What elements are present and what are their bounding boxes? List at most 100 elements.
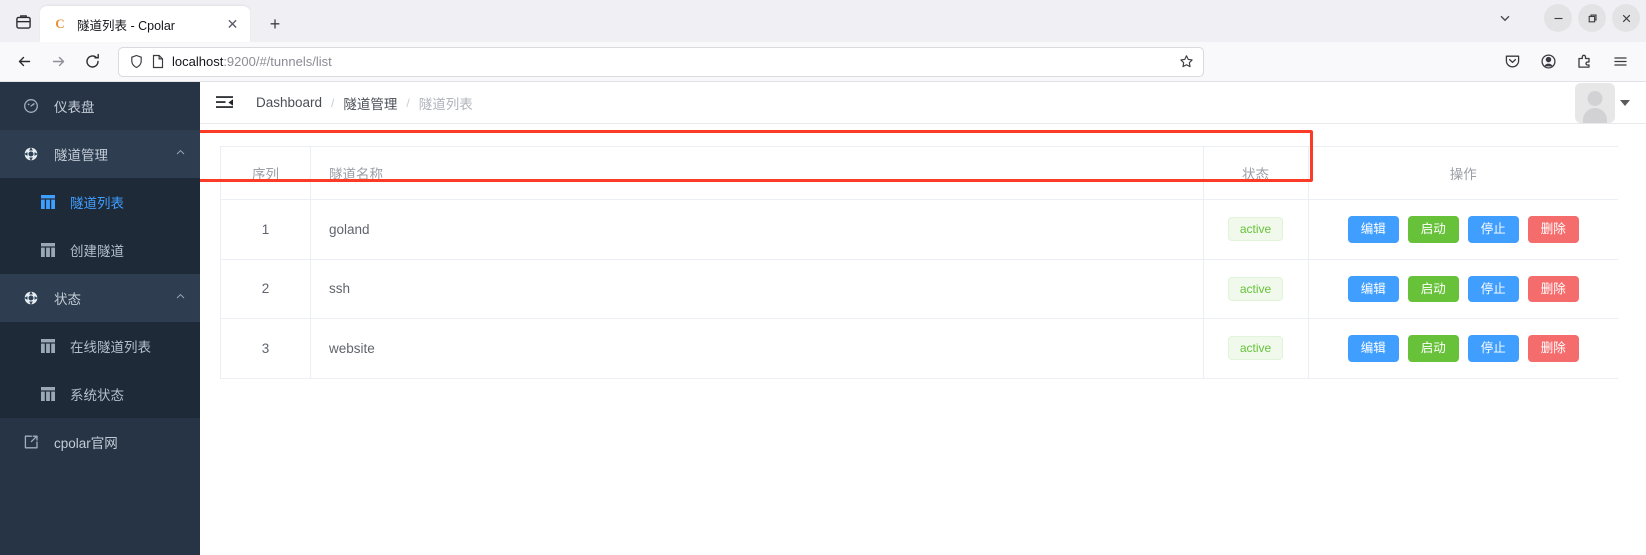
sidebar-item-label: 在线隧道列表 bbox=[70, 340, 151, 355]
sidebar-group-tunnel-management[interactable]: 隧道管理 bbox=[0, 130, 200, 178]
column-header-status: 状态 bbox=[1203, 146, 1309, 200]
edit-button[interactable]: 编辑 bbox=[1347, 275, 1399, 302]
reload-icon[interactable] bbox=[76, 46, 108, 78]
url-bar[interactable]: localhost:9200/#/tunnels/list bbox=[118, 46, 1204, 77]
sidebar-submenu-status: 在线隧道列表 系统状态 bbox=[0, 322, 200, 418]
tunnels-table: 序列 隧道名称 状态 操作 1 goland active 编辑 启动 停止 删… bbox=[220, 146, 1618, 379]
breadcrumb: Dashboard / 隧道管理 / 隧道列表 bbox=[256, 93, 473, 113]
column-header-name: 隧道名称 bbox=[310, 146, 1204, 200]
page-icon[interactable] bbox=[151, 54, 165, 69]
back-icon[interactable] bbox=[8, 46, 40, 78]
firefox-view-icon[interactable] bbox=[6, 5, 40, 39]
stop-button[interactable]: 停止 bbox=[1467, 335, 1519, 362]
cell-name: website bbox=[310, 318, 1204, 379]
operations-group: 编辑 启动 停止 删除 bbox=[1309, 335, 1619, 362]
start-button[interactable]: 启动 bbox=[1407, 216, 1459, 243]
operations-group: 编辑 启动 停止 删除 bbox=[1309, 216, 1619, 243]
sidebar-submenu-tunnel-management: 隧道列表 创建隧道 bbox=[0, 178, 200, 274]
minimize-button[interactable] bbox=[1544, 4, 1572, 32]
content-area: 序列 隧道名称 状态 操作 1 goland active 编辑 启动 停止 删… bbox=[200, 124, 1646, 555]
sidebar-item-system-status[interactable]: 系统状态 bbox=[0, 370, 200, 418]
tab-strip: C 隧道列表 - Cpolar ✕ + bbox=[0, 0, 1646, 42]
table-row[interactable]: 3 website active 编辑 启动 停止 删除 bbox=[220, 318, 1619, 379]
table-icon bbox=[40, 195, 56, 209]
start-button[interactable]: 启动 bbox=[1407, 275, 1459, 302]
sidebar: 仪表盘 隧道管理 隧道列表 创建隧道 状态 在线隧道列表 系统状态 cpolar… bbox=[0, 82, 200, 555]
table-header-row: 序列 隧道名称 状态 操作 bbox=[220, 146, 1618, 200]
close-window-button[interactable] bbox=[1612, 4, 1640, 32]
operations-group: 编辑 启动 停止 删除 bbox=[1309, 275, 1619, 302]
breadcrumb-separator: / bbox=[406, 95, 410, 110]
maximize-button[interactable] bbox=[1578, 4, 1606, 32]
node-icon bbox=[22, 290, 40, 306]
delete-button[interactable]: 删除 bbox=[1527, 216, 1579, 243]
cell-operations: 编辑 启动 停止 删除 bbox=[1308, 199, 1619, 260]
breadcrumb-item-dashboard[interactable]: Dashboard bbox=[256, 95, 322, 110]
breadcrumb-item-tunnel-management[interactable]: 隧道管理 bbox=[343, 93, 397, 113]
delete-button[interactable]: 删除 bbox=[1527, 275, 1579, 302]
cell-status: active bbox=[1203, 199, 1309, 260]
table-icon bbox=[40, 243, 56, 257]
pocket-icon[interactable] bbox=[1496, 46, 1528, 78]
cell-operations: 编辑 启动 停止 删除 bbox=[1308, 259, 1618, 319]
navigation-toolbar: localhost:9200/#/tunnels/list bbox=[0, 42, 1646, 82]
cell-name: ssh bbox=[310, 259, 1204, 319]
account-icon[interactable] bbox=[1532, 46, 1564, 78]
sidebar-item-tunnel-list[interactable]: 隧道列表 bbox=[0, 178, 200, 226]
gauge-icon bbox=[22, 98, 40, 114]
cell-status: active bbox=[1203, 259, 1309, 319]
table-row[interactable]: 1 goland active 编辑 启动 停止 删除 bbox=[220, 199, 1619, 260]
chevron-down-icon[interactable] bbox=[1620, 99, 1630, 106]
status-badge: active bbox=[1227, 217, 1284, 242]
app-body: 仪表盘 隧道管理 隧道列表 创建隧道 状态 在线隧道列表 系统状态 cpolar… bbox=[0, 82, 1646, 555]
sidebar-item-label: 隧道列表 bbox=[70, 196, 124, 211]
app-header: Dashboard / 隧道管理 / 隧道列表 bbox=[200, 82, 1646, 124]
sidebar-item-label: cpolar官网 bbox=[54, 436, 118, 451]
chevron-up-icon bbox=[175, 291, 186, 305]
url-path: :9200/#/tunnels/list bbox=[223, 54, 332, 69]
table-header: 序列 隧道名称 状态 操作 bbox=[220, 146, 1618, 200]
tab-list-chevron-icon[interactable] bbox=[1488, 4, 1522, 32]
cell-name: goland bbox=[310, 199, 1204, 260]
stop-button[interactable]: 停止 bbox=[1467, 275, 1519, 302]
window-controls bbox=[1488, 4, 1640, 32]
delete-button[interactable]: 删除 bbox=[1527, 335, 1579, 362]
browser-tab[interactable]: C 隧道列表 - Cpolar ✕ bbox=[40, 6, 250, 42]
toolbar-actions bbox=[1496, 46, 1638, 78]
forward-icon[interactable] bbox=[42, 46, 74, 78]
browser-window: C 隧道列表 - Cpolar ✕ + localhost:9200/#/tun… bbox=[0, 0, 1646, 555]
external-link-icon bbox=[22, 434, 40, 450]
table-row[interactable]: 2 ssh active 编辑 启动 停止 删除 bbox=[220, 259, 1618, 319]
url-host: localhost bbox=[172, 54, 224, 69]
table-icon bbox=[40, 339, 56, 353]
edit-button[interactable]: 编辑 bbox=[1347, 335, 1399, 362]
status-badge: active bbox=[1227, 276, 1284, 301]
sidebar-item-dashboard[interactable]: 仪表盘 bbox=[0, 82, 200, 130]
node-icon bbox=[22, 146, 40, 162]
sidebar-item-cpolar-website[interactable]: cpolar官网 bbox=[0, 418, 200, 466]
breadcrumb-item-tunnel-list: 隧道列表 bbox=[418, 96, 473, 112]
sidebar-item-label: 仪表盘 bbox=[54, 100, 95, 115]
sidebar-item-online-tunnel-list[interactable]: 在线隧道列表 bbox=[0, 322, 200, 370]
start-button[interactable]: 启动 bbox=[1407, 335, 1459, 362]
sidebar-item-label: 状态 bbox=[54, 292, 81, 307]
stop-button[interactable]: 停止 bbox=[1467, 216, 1519, 243]
cell-operations: 编辑 启动 停止 删除 bbox=[1308, 318, 1619, 379]
bookmark-star-icon[interactable] bbox=[1175, 51, 1197, 73]
main-panel: Dashboard / 隧道管理 / 隧道列表 序列 隧道名称 状态 操作 1 … bbox=[200, 82, 1646, 555]
cell-status: active bbox=[1203, 318, 1309, 379]
app-menu-icon[interactable] bbox=[1604, 46, 1636, 78]
sidebar-item-label: 系统状态 bbox=[70, 388, 124, 403]
close-tab-icon[interactable]: ✕ bbox=[223, 15, 242, 34]
breadcrumb-separator: / bbox=[331, 95, 335, 110]
sidebar-group-status[interactable]: 状态 bbox=[0, 274, 200, 322]
menu-fold-icon[interactable] bbox=[214, 93, 234, 113]
avatar[interactable] bbox=[1575, 82, 1615, 123]
shield-icon[interactable] bbox=[129, 54, 144, 69]
sidebar-item-label: 隧道管理 bbox=[54, 148, 108, 163]
edit-button[interactable]: 编辑 bbox=[1347, 216, 1399, 243]
sidebar-item-create-tunnel[interactable]: 创建隧道 bbox=[0, 226, 200, 274]
extensions-icon[interactable] bbox=[1568, 46, 1600, 78]
column-header-seq: 序列 bbox=[220, 146, 311, 200]
new-tab-icon[interactable]: + bbox=[260, 9, 290, 39]
